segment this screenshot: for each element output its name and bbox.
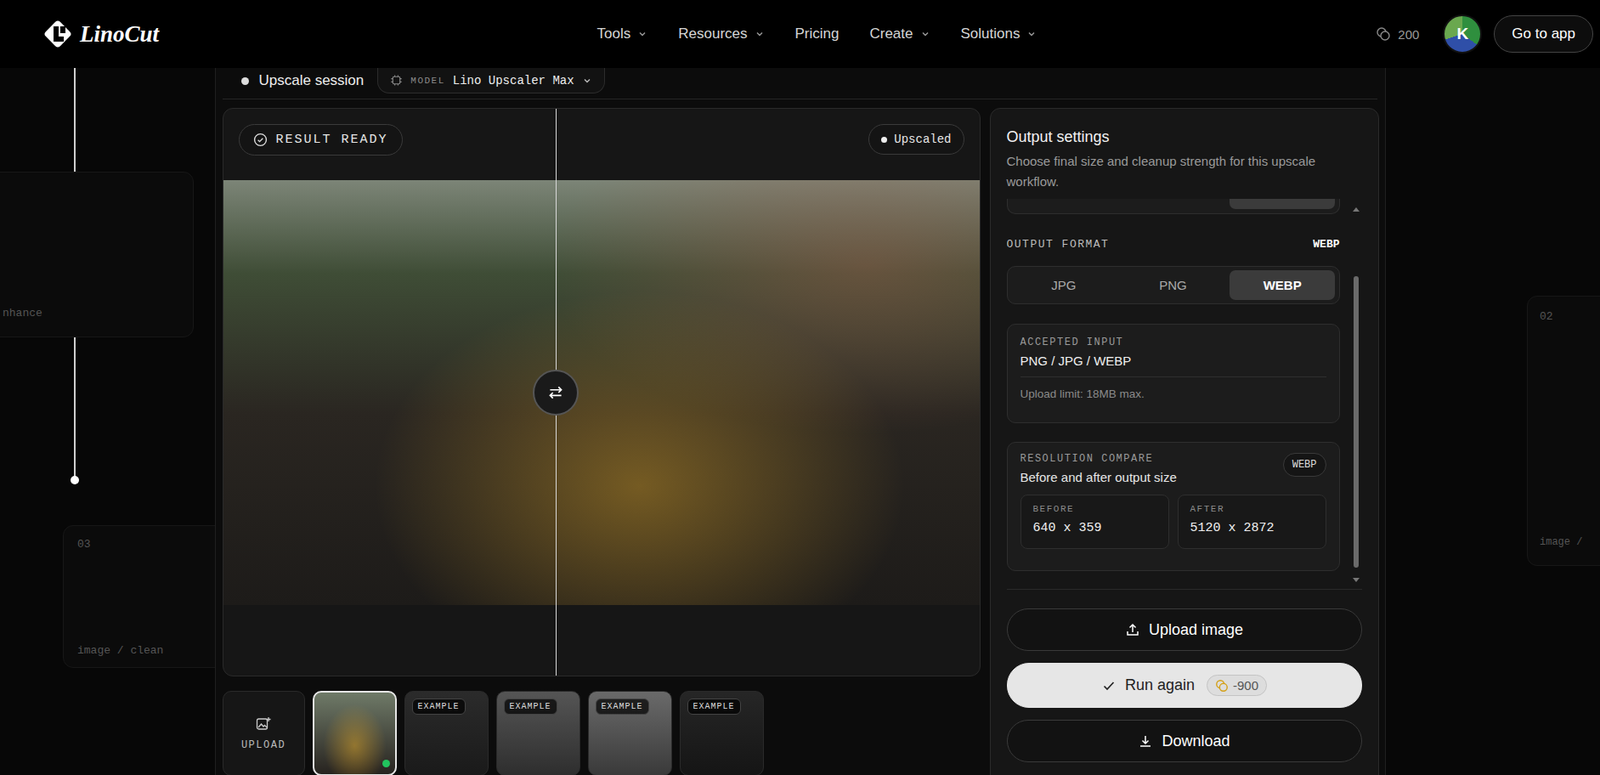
accepted-input-card: ACCEPTED INPUT PNG / JPG / WEBP Upload l… [1006, 323, 1340, 424]
canvas-card: 02 image / [1526, 295, 1600, 566]
format-option[interactable]: WEBP [1229, 270, 1336, 300]
brand-logo[interactable]: LinoCut [40, 16, 598, 51]
badge-dot [881, 136, 888, 143]
output-settings-panel: Output settings Choose final size and cl… [989, 107, 1380, 775]
workspace: RESULT READY Upscaled UPLOAD EXAMPLE EXA… [222, 107, 1378, 775]
check-icon [1101, 678, 1117, 694]
before-size: BEFORE 640 x 359 [1020, 494, 1170, 549]
scrollbar[interactable] [1350, 198, 1363, 589]
stage: Upscale session MODEL Lino Upscaler Max … [0, 67, 1600, 775]
format-header: OUTPUT FORMAT WEBP [1006, 235, 1340, 253]
gallery-thumb[interactable] [312, 690, 397, 775]
compare-divider[interactable] [555, 108, 557, 676]
result-image [223, 180, 980, 605]
swap-icon [546, 383, 566, 402]
credit-cost: -900 [1206, 674, 1267, 696]
top-nav: LinoCut Tools Resources Pricing Create S… [0, 0, 1600, 68]
gallery-thumb[interactable]: EXAMPLE [587, 690, 673, 775]
download-icon [1137, 733, 1154, 749]
scrolled-segment[interactable] [1012, 198, 1118, 210]
card-label: image / [1539, 536, 1600, 549]
panel-title: Output settings [1006, 127, 1363, 147]
example-badge: EXAMPLE [595, 698, 650, 715]
example-badge: EXAMPLE [687, 698, 741, 715]
scroll-track [1353, 214, 1359, 575]
upload-image-button[interactable]: Upload image [1006, 608, 1363, 651]
scroll-thumb[interactable] [1353, 276, 1359, 568]
chevron-down-icon [582, 75, 593, 86]
scroll-down-icon[interactable] [1352, 577, 1360, 583]
compare-header: RESOLUTION COMPARE Before and after outp… [1020, 452, 1327, 485]
nav-link[interactable]: Resources [678, 25, 764, 43]
compare-preview: RESULT READY Upscaled [222, 107, 981, 677]
gallery-thumb[interactable]: EXAMPLE [496, 690, 581, 775]
logo-icon [40, 16, 75, 51]
card-label: nhance [2, 306, 193, 320]
chevron-down-icon [637, 28, 648, 40]
format-badge: WEBP [1283, 452, 1327, 477]
check-circle-icon [253, 132, 268, 147]
app-root: LinoCut Tools Resources Pricing Create S… [0, 0, 1600, 775]
coins-icon [1375, 26, 1391, 42]
format-option[interactable]: JPG [1011, 270, 1118, 300]
status-dot [241, 77, 249, 85]
user-avatar[interactable]: K [1442, 14, 1482, 54]
size-boxes: BEFORE 640 x 359 AFTER 5120 x 2872 [1020, 494, 1327, 549]
chevron-down-icon [920, 28, 931, 40]
nav-link[interactable]: Solutions [961, 25, 1038, 43]
nav-link[interactable]: Create [869, 25, 930, 43]
card-index: 02 [1539, 310, 1600, 323]
image-plus-icon [254, 715, 272, 733]
run-again-button[interactable]: Run again -900 [1006, 662, 1363, 708]
scrolled-segment[interactable] [1229, 198, 1335, 210]
timeline-dot [70, 475, 80, 485]
format-selector: JPGPNGWEBP [1006, 265, 1340, 305]
result-status: RESULT READY [238, 124, 403, 156]
nav-link[interactable]: Tools [597, 25, 649, 43]
upload-icon [1125, 621, 1141, 638]
example-badge: EXAMPLE [503, 698, 558, 715]
coins-icon [1215, 678, 1229, 693]
scroll-up-icon[interactable] [1352, 207, 1360, 212]
divider [1020, 376, 1327, 378]
resolution-compare-card: RESOLUTION COMPARE Before and after outp… [1006, 441, 1340, 572]
after-size: AFTER 5120 x 2872 [1177, 494, 1327, 549]
selected-dot [382, 759, 391, 768]
canvas-card: nhance [0, 171, 194, 338]
format-option[interactable]: PNG [1119, 270, 1227, 300]
compare-handle[interactable] [532, 369, 579, 416]
scrolled-control [1006, 198, 1340, 215]
chip-icon [390, 73, 403, 87]
session-title: Upscale session [259, 67, 365, 94]
settings-scroll: OUTPUT FORMAT WEBP JPGPNGWEBP ACCEPTED I… [1006, 198, 1363, 590]
download-button[interactable]: Download [1006, 719, 1363, 763]
nav-link[interactable]: Pricing [795, 25, 840, 43]
credits-balance: 200 [1375, 26, 1420, 42]
main-menu: Tools Resources Pricing Create Solutions [597, 25, 1038, 43]
settings-content: OUTPUT FORMAT WEBP JPGPNGWEBP ACCEPTED I… [1006, 198, 1340, 589]
upload-tile[interactable]: UPLOAD [222, 690, 306, 775]
example-badge: EXAMPLE [412, 698, 466, 715]
upscale-workspace: Upscale session MODEL Lino Upscaler Max … [214, 67, 1386, 775]
action-buttons: Upload image Run again -900 Download [1006, 608, 1363, 763]
session-header: Upscale session MODEL Lino Upscaler Max [222, 67, 1378, 100]
panel-subtitle: Choose final size and cleanup strength f… [1006, 151, 1363, 193]
chevron-down-icon [1026, 28, 1037, 40]
scrolled-segment[interactable] [1120, 198, 1227, 210]
account-area: 200 K Go to app [1036, 14, 1594, 54]
go-to-app-button[interactable]: Go to app [1493, 15, 1594, 53]
chevron-down-icon [754, 28, 765, 40]
model-select[interactable]: MODEL Lino Upscaler Max [377, 67, 605, 94]
gallery-thumb[interactable]: EXAMPLE [679, 690, 764, 775]
upscaled-badge: Upscaled [868, 124, 964, 155]
preview-column: RESULT READY Upscaled UPLOAD EXAMPLE EXA… [222, 107, 981, 775]
image-gallery: UPLOAD EXAMPLE EXAMPLE EXAMPLE EXAMPLE [222, 690, 981, 775]
gallery-thumb[interactable]: EXAMPLE [404, 690, 489, 775]
